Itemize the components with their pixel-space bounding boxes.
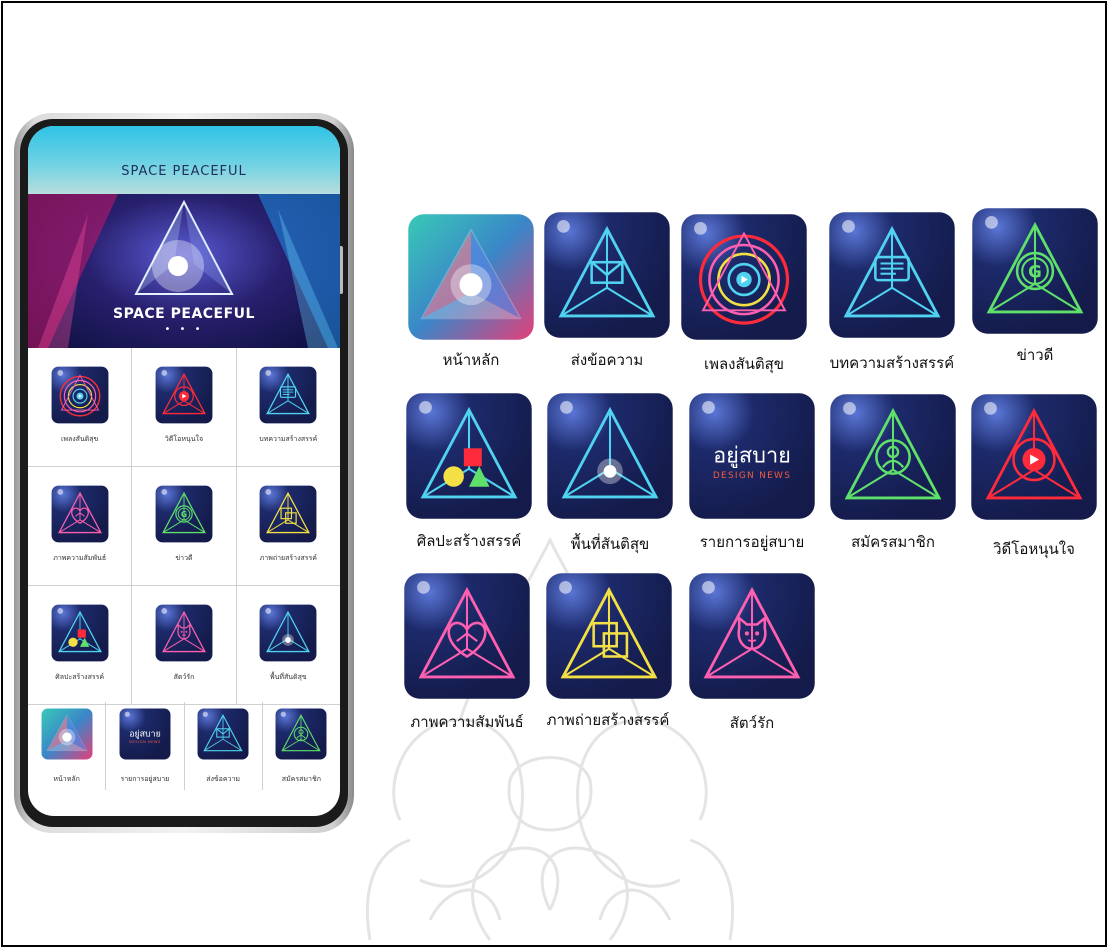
member-icon: [275, 708, 327, 760]
menu-item-pets[interactable]: สัตว์รัก: [132, 586, 237, 704]
menu-item-label: ข่าวดี: [175, 554, 193, 562]
menu-item-relationship[interactable]: ภาพความสัมพันธ์: [28, 467, 133, 585]
svg-text:DESIGN NEWS: DESIGN NEWS: [129, 740, 161, 744]
menu-item-art[interactable]: ศิลปะสร้างสรรค์: [28, 586, 133, 704]
svg-text:DESIGN NEWS: DESIGN NEWS: [713, 471, 791, 481]
music-circle-icon[interactable]: [680, 213, 808, 341]
yusabai-logo-icon[interactable]: อยู่สบาย DESIGN NEWS: [688, 392, 816, 520]
photo-frame-icon[interactable]: [545, 572, 673, 700]
article-icon[interactable]: [828, 211, 956, 339]
gallery-label: พื้นที่สันติสุข: [570, 535, 650, 553]
gallery-label: ภาพความสัมพันธ์: [410, 713, 524, 731]
app-header: SPACE PEACEFUL: [28, 126, 340, 194]
menu-item-label: พื้นที่สันติสุข: [269, 673, 307, 681]
svg-text:อยู่สบาย: อยู่สบาย: [129, 730, 161, 740]
g-circle-icon: G: [155, 485, 213, 543]
bottom-nav: หน้าหลัก อยู่สบาย DESIGN NEWS รายการอยู่…: [28, 702, 340, 790]
app-title: SPACE PEACEFUL: [121, 164, 247, 179]
menu-item-peace-space[interactable]: พื้นที่สันติสุข: [237, 586, 340, 704]
menu-item-label: เพลงสันติสุข: [60, 435, 99, 443]
menu-item-label: สัตว์รัก: [173, 673, 195, 681]
menu-row: เพลงสันติสุข วิดีโอหนุนใจ บทความสร้างสรร…: [28, 348, 340, 467]
cat-icon: [155, 604, 213, 662]
heart-hands-icon[interactable]: [403, 572, 531, 700]
gallery-label: บทความสร้างสรรค์: [829, 354, 955, 372]
gallery-label: เพลงสันติสุข: [703, 355, 785, 373]
menu-item-label: ภาพความสัมพันธ์: [53, 554, 107, 562]
carousel-dots[interactable]: • • •: [28, 324, 340, 335]
envelope-icon[interactable]: [543, 211, 671, 339]
gallery-label: ภาพถ่ายสร้างสรรค์: [546, 711, 670, 729]
article-icon: [259, 366, 317, 424]
svg-text:G: G: [1028, 262, 1042, 281]
nav-label: หน้าหลัก: [53, 775, 80, 783]
gallery-label: ศิลปะสร้างสรรค์: [416, 532, 522, 550]
menu-item-music[interactable]: เพลงสันติสุข: [28, 348, 133, 466]
g-circle-icon[interactable]: G: [971, 207, 1099, 335]
nav-message[interactable]: ส่งข้อความ: [185, 702, 263, 790]
menu-item-photo[interactable]: ภาพถ่ายสร้างสรรค์: [237, 467, 340, 585]
gallery-label: ส่งข้อความ: [570, 351, 644, 369]
yusabai-logo-icon: อยู่สบาย DESIGN NEWS: [119, 708, 171, 760]
gallery-label: วิดีโอหนุนใจ: [993, 540, 1075, 558]
light-pyramid-icon: [259, 604, 317, 662]
phone-screen: SPACE PEACEFUL SPACE PEACEFUL • • • เพลง…: [28, 126, 340, 816]
menu-item-news[interactable]: G ข่าวดี: [132, 467, 237, 585]
menu-item-label: บทความสร้างสรรค์: [259, 435, 318, 443]
menu-row: ศิลปะสร้างสรรค์ สัตว์รัก พื้นที่สันติสุข: [28, 586, 340, 705]
menu-grid: เพลงสันติสุข วิดีโอหนุนใจ บทความสร้างสรร…: [28, 348, 340, 705]
gallery-label: สมัครสมาชิก: [851, 533, 935, 551]
menu-item-article[interactable]: บทความสร้างสรรค์: [237, 348, 340, 466]
nav-label: รายการอยู่สบาย: [120, 775, 170, 783]
menu-item-label: ศิลปะสร้างสรรค์: [55, 673, 105, 681]
menu-item-label: ภาพถ่ายสร้างสรรค์: [259, 554, 317, 562]
gallery-label: รายการอยู่สบาย: [699, 533, 805, 551]
hero-banner[interactable]: SPACE PEACEFUL • • •: [28, 194, 340, 348]
music-circle-icon: [51, 366, 109, 424]
home-pyramid-icon: [41, 708, 93, 760]
home-pyramid-icon[interactable]: [407, 213, 535, 341]
shapes-art-icon[interactable]: [405, 392, 533, 520]
nav-member[interactable]: สมัครสมาชิก: [263, 702, 340, 790]
nav-home[interactable]: หน้าหลัก: [28, 702, 107, 790]
member-icon[interactable]: [829, 393, 957, 521]
heart-hands-icon: [51, 485, 109, 543]
menu-item-label: วิดีโอหนุนใจ: [164, 435, 204, 443]
video-play-icon[interactable]: [970, 393, 1098, 521]
video-play-icon: [155, 366, 213, 424]
shapes-art-icon: [51, 604, 109, 662]
light-pyramid-icon[interactable]: [546, 392, 674, 520]
gallery-label: หน้าหลัก: [442, 351, 500, 369]
nav-label: สมัครสมาชิก: [281, 775, 321, 783]
cat-icon[interactable]: [688, 572, 816, 700]
svg-text:อยู่สบาย: อยู่สบาย: [713, 443, 791, 468]
gallery-label: สัตว์รัก: [729, 714, 775, 732]
gallery-label: ข่าวดี: [1016, 346, 1054, 364]
menu-row: ภาพความสัมพันธ์ G ข่าวดี ภาพถ่ายสร้างสรร…: [28, 467, 340, 586]
nav-yusabai[interactable]: อยู่สบาย DESIGN NEWS รายการอยู่สบาย: [106, 702, 185, 790]
envelope-icon: [197, 708, 249, 760]
menu-item-video[interactable]: วิดีโอหนุนใจ: [132, 348, 237, 466]
photo-frame-icon: [259, 485, 317, 543]
svg-text:G: G: [181, 510, 187, 519]
banner-title: SPACE PEACEFUL: [113, 306, 255, 322]
nav-label: ส่งข้อความ: [206, 775, 241, 783]
